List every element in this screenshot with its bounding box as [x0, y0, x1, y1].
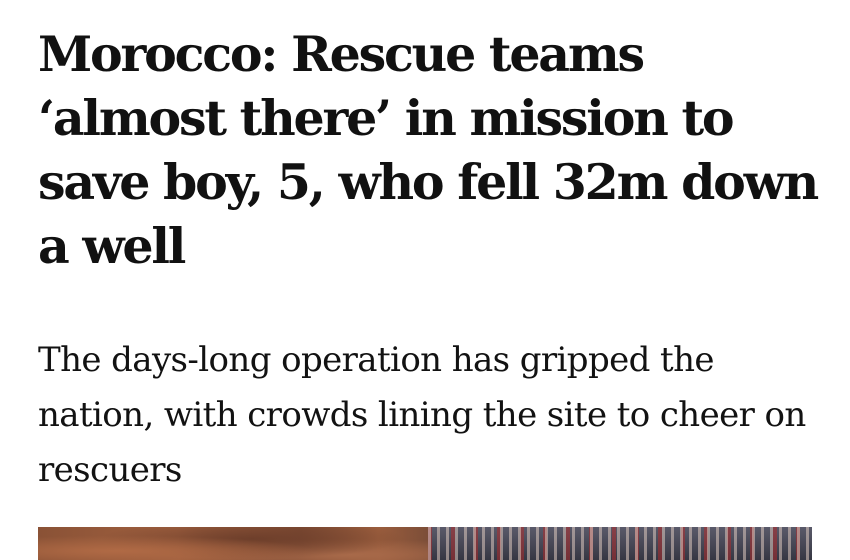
hero-image-rocky-area [38, 527, 428, 560]
hero-image-crowd-area [428, 527, 812, 560]
article-hero-image[interactable] [38, 527, 812, 560]
article-standfirst: The days-long operation has gripped the … [38, 340, 806, 490]
page: Morocco: Rescue teams ‘almost there’ in … [0, 0, 850, 560]
article: Morocco: Rescue teams ‘almost there’ in … [0, 0, 850, 560]
article-headline[interactable]: Morocco: Rescue teams ‘almost there’ in … [38, 22, 828, 278]
